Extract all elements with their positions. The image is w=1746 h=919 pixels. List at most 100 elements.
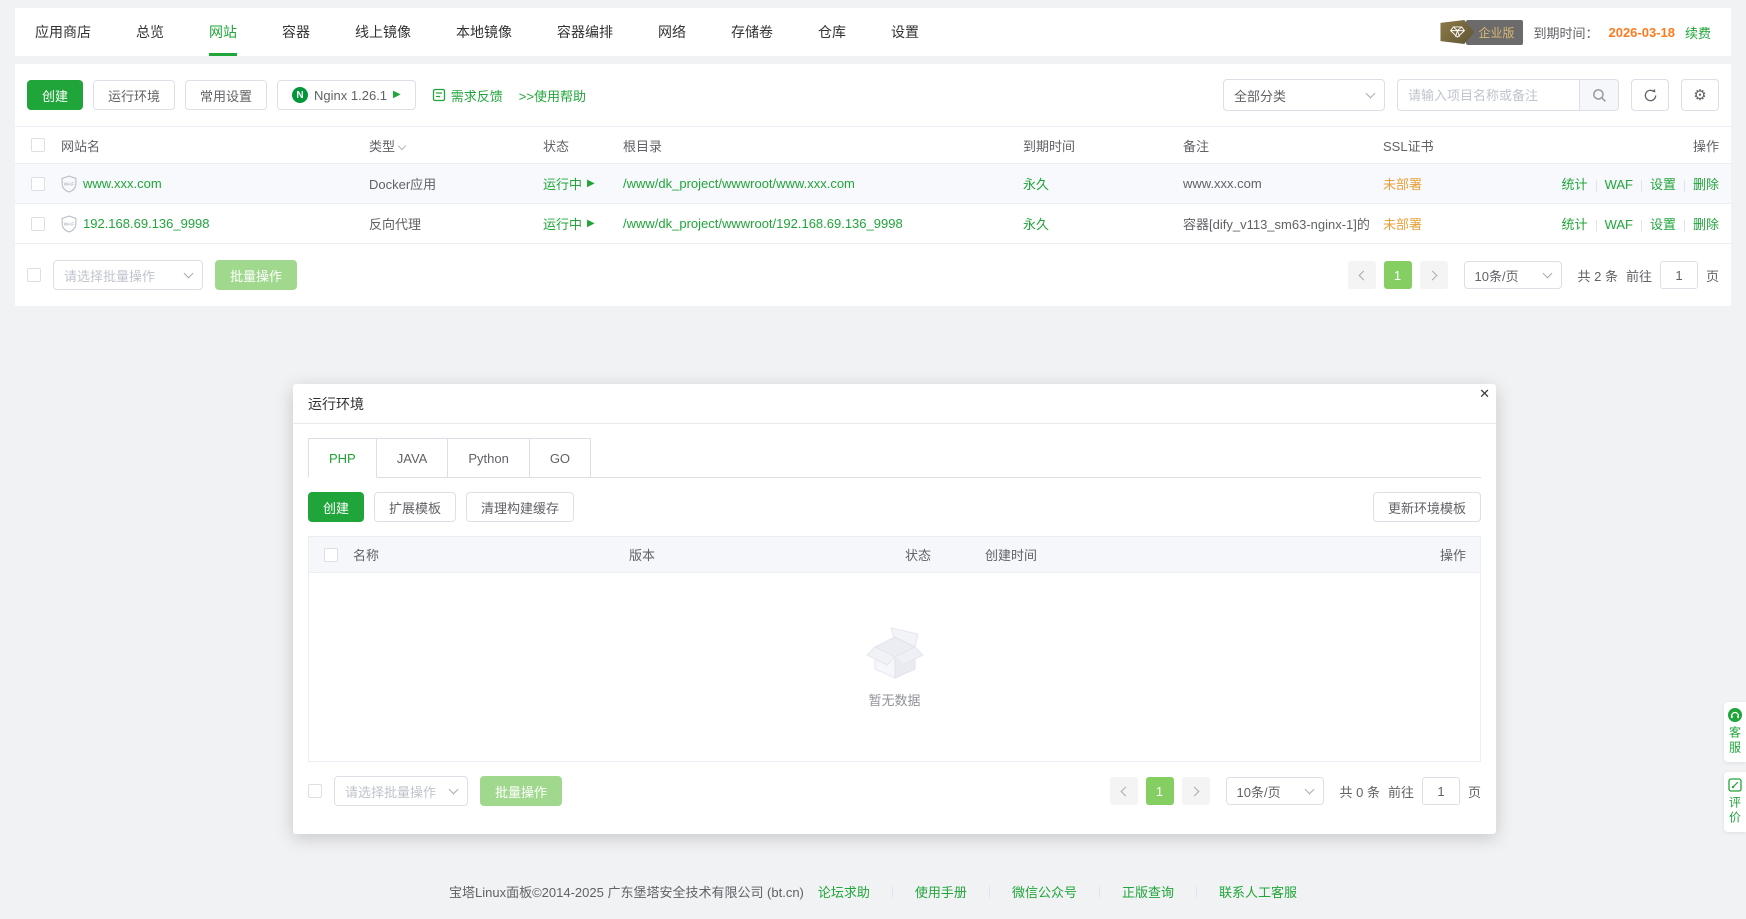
svg-text:WAF: WAF: [64, 181, 75, 187]
batch-action-placeholder: 请选择批量操作: [64, 266, 155, 285]
license-label: 企业版: [1466, 20, 1523, 45]
nav-tab-settings[interactable]: 设置: [891, 8, 919, 56]
common-settings-button[interactable]: 常用设置: [185, 80, 267, 110]
batch-action-button[interactable]: 批量操作: [215, 260, 297, 290]
nav-tab-network[interactable]: 网络: [658, 8, 686, 56]
clear-build-cache-button[interactable]: 清理构建缓存: [466, 492, 574, 522]
site-type: Docker应用: [369, 174, 543, 193]
site-status[interactable]: 运行中: [543, 174, 582, 193]
footer-link-forum[interactable]: 论坛求助: [818, 882, 870, 901]
help-link[interactable]: >>使用帮助: [519, 86, 586, 105]
modal-batch-button[interactable]: 批量操作: [480, 776, 562, 806]
table-header: 网站名 类型 状态 根目录 到期时间 备注 SSL证书 操作: [15, 126, 1731, 164]
site-root-link[interactable]: /www/dk_project/wwwroot/www.xxx.com: [623, 176, 855, 191]
nav-tab-overview[interactable]: 总览: [136, 8, 164, 56]
nav-tab-compose[interactable]: 容器编排: [557, 8, 613, 56]
select-all-checkbox[interactable]: [31, 138, 45, 152]
site-note[interactable]: www.xxx.com: [1183, 176, 1383, 191]
modal-create-button[interactable]: 创建: [308, 492, 364, 522]
nav-tab-app-store[interactable]: 应用商店: [35, 8, 91, 56]
site-expiry[interactable]: 永久: [1023, 177, 1049, 192]
nav-tab-repository[interactable]: 仓库: [818, 8, 846, 56]
chevron-down-icon: [1542, 268, 1552, 278]
nav-tab-container[interactable]: 容器: [282, 8, 310, 56]
nav-tab-volumes[interactable]: 存储卷: [731, 8, 773, 56]
customer-service-widget[interactable]: 客服: [1724, 702, 1746, 762]
prev-page-button[interactable]: [1348, 261, 1376, 289]
site-expiry[interactable]: 永久: [1023, 217, 1049, 232]
row-checkbox[interactable]: [31, 177, 45, 191]
row-checkbox[interactable]: [31, 217, 45, 231]
panel-settings-button[interactable]: ⚙: [1681, 79, 1719, 111]
modal-batch-row: 请选择批量操作 批量操作 1 10条/页 共 0 条 前往 页: [308, 762, 1481, 820]
modal-batch-select[interactable]: 请选择批量操作: [334, 776, 468, 806]
update-env-template-button[interactable]: 更新环境模板: [1373, 492, 1481, 522]
op-settings-link[interactable]: 设置: [1650, 217, 1676, 232]
tab-go[interactable]: GO: [530, 438, 591, 478]
site-name-link[interactable]: www.xxx.com: [83, 176, 162, 191]
nav-tab-local-images[interactable]: 本地镜像: [456, 8, 512, 56]
runtime-env-button[interactable]: 运行环境: [93, 80, 175, 110]
site-note[interactable]: 容器[dify_v113_sm63-nginx-1]的: [1183, 214, 1383, 233]
op-stats-link[interactable]: 统计: [1562, 217, 1588, 232]
footer-link-wechat[interactable]: 微信公众号: [1012, 882, 1077, 901]
site-name-link[interactable]: 192.168.69.136_9998: [83, 216, 210, 231]
footer-link-support[interactable]: 联系人工客服: [1219, 882, 1297, 901]
review-widget[interactable]: 评价: [1724, 772, 1746, 832]
category-select[interactable]: 全部分类: [1223, 79, 1385, 111]
modal-goto-page-input[interactable]: [1422, 777, 1460, 805]
ssl-status[interactable]: 未部署: [1383, 217, 1422, 232]
col-type[interactable]: 类型: [369, 136, 543, 155]
op-separator: [1596, 220, 1597, 232]
modal-next-page-button[interactable]: [1182, 777, 1210, 805]
nav-tab-online-images[interactable]: 线上镜像: [355, 8, 411, 56]
search-button[interactable]: [1579, 79, 1619, 111]
tab-java[interactable]: JAVA: [377, 438, 449, 478]
batch-select-all-checkbox[interactable]: [27, 268, 41, 282]
modal-per-page-value: 10条/页: [1237, 782, 1281, 801]
site-root-link[interactable]: /www/dk_project/wwwroot/192.168.69.136_9…: [623, 216, 903, 231]
op-delete-link[interactable]: 删除: [1693, 177, 1719, 192]
tab-python[interactable]: Python: [448, 438, 529, 478]
modal-batch-checkbox[interactable]: [308, 784, 322, 798]
footer-link-manual[interactable]: 使用手册: [915, 882, 967, 901]
modal-current-page-button[interactable]: 1: [1146, 777, 1174, 805]
footer-link-license-check[interactable]: 正版查询: [1122, 882, 1174, 901]
op-waf-link[interactable]: WAF: [1605, 177, 1633, 192]
status-play-icon[interactable]: ▶: [587, 179, 595, 189]
close-icon[interactable]: ✕: [1479, 386, 1490, 402]
footer-separator: [892, 886, 893, 898]
op-delete-link[interactable]: 删除: [1693, 217, 1719, 232]
op-stats-link[interactable]: 统计: [1562, 177, 1588, 192]
modal-select-all-checkbox[interactable]: [324, 548, 338, 562]
goto-page-input[interactable]: [1660, 261, 1698, 289]
col-ops: 操作: [1533, 136, 1731, 155]
extend-template-button[interactable]: 扩展模板: [374, 492, 456, 522]
op-settings-link[interactable]: 设置: [1650, 177, 1676, 192]
goto-label: 前往: [1626, 266, 1652, 285]
modal-title: 运行环境: [308, 394, 364, 414]
op-waf-link[interactable]: WAF: [1605, 217, 1633, 232]
per-page-select[interactable]: 10条/页: [1464, 261, 1562, 289]
ssl-status[interactable]: 未部署: [1383, 177, 1422, 192]
tab-php[interactable]: PHP: [308, 438, 377, 478]
modal-prev-page-button[interactable]: [1110, 777, 1138, 805]
refresh-button[interactable]: [1631, 79, 1669, 111]
search-input[interactable]: [1397, 79, 1579, 111]
col-env-version: 版本: [629, 545, 905, 564]
current-page-button[interactable]: 1: [1384, 261, 1412, 289]
refresh-icon: [1643, 88, 1658, 103]
page-unit-label: 页: [1706, 266, 1719, 285]
renew-link[interactable]: 续费: [1685, 23, 1711, 42]
modal-per-page-select[interactable]: 10条/页: [1226, 777, 1324, 805]
site-status[interactable]: 运行中: [543, 214, 582, 233]
next-page-button[interactable]: [1420, 261, 1448, 289]
feedback-link[interactable]: 需求反馈: [432, 86, 503, 105]
website-panel: 创建 运行环境 常用设置 N Nginx 1.26.1 ▶ 需求反馈 >>使用帮…: [15, 64, 1731, 306]
webserver-button[interactable]: N Nginx 1.26.1 ▶: [277, 80, 416, 110]
status-play-icon[interactable]: ▶: [587, 219, 595, 229]
modal-toolbar: 创建 扩展模板 清理构建缓存 更新环境模板: [308, 492, 1481, 522]
nav-tab-website[interactable]: 网站: [209, 8, 237, 56]
create-button[interactable]: 创建: [27, 80, 83, 110]
batch-action-select[interactable]: 请选择批量操作: [53, 260, 203, 290]
